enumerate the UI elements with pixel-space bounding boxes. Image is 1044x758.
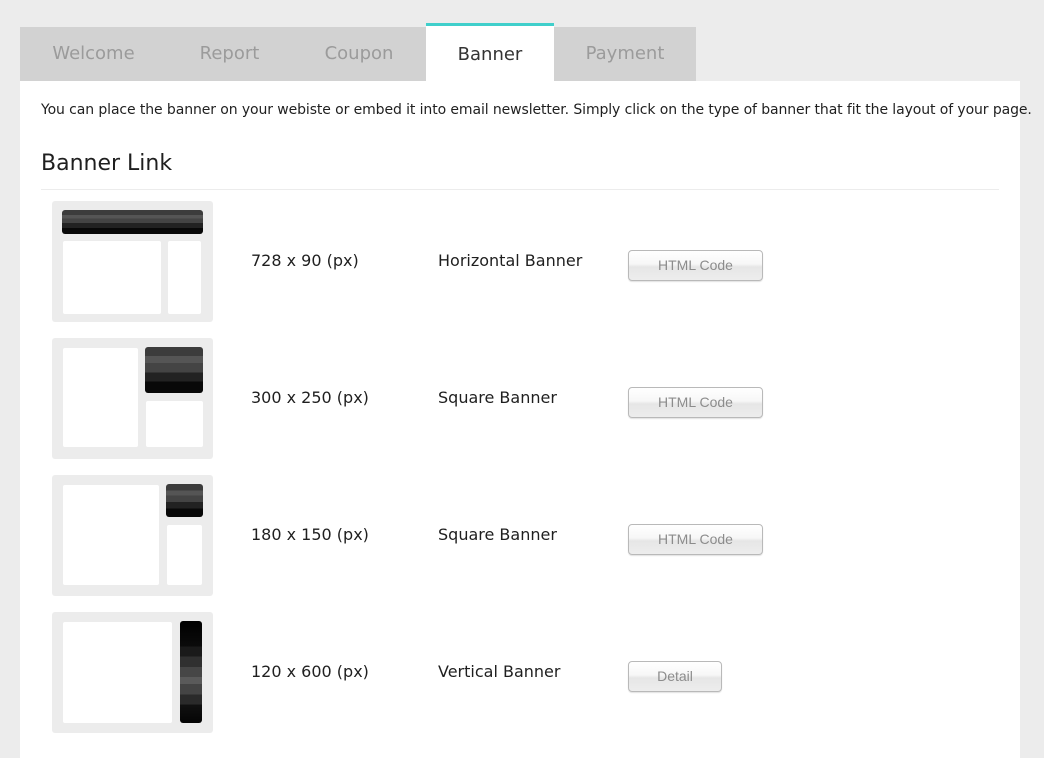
html-code-button[interactable]: HTML Code bbox=[628, 387, 763, 418]
banner-placement-block bbox=[145, 347, 203, 393]
intro-text: You can place the banner on your webiste… bbox=[41, 102, 1032, 118]
section-divider bbox=[41, 189, 999, 190]
banner-placement-block bbox=[166, 484, 203, 517]
banner-size-label: 300 x 250 (px) bbox=[251, 388, 369, 407]
content-block bbox=[63, 485, 159, 585]
tab-report[interactable]: Report bbox=[167, 27, 292, 81]
sidebar-block bbox=[146, 401, 203, 447]
banner-size-label: 180 x 150 (px) bbox=[251, 525, 369, 544]
banner-type-label: Horizontal Banner bbox=[438, 251, 583, 270]
banner-panel: You can place the banner on your webiste… bbox=[20, 81, 1032, 758]
sidebar-block bbox=[167, 525, 202, 585]
tab-welcome[interactable]: Welcome bbox=[20, 27, 167, 81]
content-block bbox=[63, 622, 172, 723]
banner-size-label: 728 x 90 (px) bbox=[251, 251, 359, 270]
html-code-button[interactable]: HTML Code bbox=[628, 250, 763, 281]
banner-row-square-small: 180 x 150 (px) Square Banner HTML Code bbox=[52, 475, 772, 596]
section-title: Banner Link bbox=[41, 151, 173, 176]
tab-bar: Welcome Report Coupon Banner Payment bbox=[20, 23, 696, 81]
banner-row-horizontal: 728 x 90 (px) Horizontal Banner HTML Cod… bbox=[52, 201, 772, 322]
square-banner-layout-icon[interactable] bbox=[52, 338, 213, 459]
banner-type-label: Vertical Banner bbox=[438, 662, 561, 681]
detail-button[interactable]: Detail bbox=[628, 661, 722, 692]
tab-coupon[interactable]: Coupon bbox=[292, 27, 426, 81]
tab-banner[interactable]: Banner bbox=[426, 23, 554, 81]
sidebar-block bbox=[168, 241, 201, 314]
tab-payment[interactable]: Payment bbox=[554, 27, 696, 81]
banner-type-label: Square Banner bbox=[438, 525, 557, 544]
horizontal-banner-layout-icon[interactable] bbox=[52, 201, 213, 322]
banner-placement-block bbox=[62, 210, 203, 234]
banner-row-square-large: 300 x 250 (px) Square Banner HTML Code bbox=[52, 338, 772, 459]
content-block bbox=[63, 241, 161, 314]
vertical-banner-layout-icon[interactable] bbox=[52, 612, 213, 733]
content-block bbox=[63, 348, 138, 447]
banner-size-label: 120 x 600 (px) bbox=[251, 662, 369, 681]
banner-type-label: Square Banner bbox=[438, 388, 557, 407]
banner-row-vertical: 120 x 600 (px) Vertical Banner Detail bbox=[52, 612, 772, 733]
banner-placement-block bbox=[180, 621, 202, 723]
html-code-button[interactable]: HTML Code bbox=[628, 524, 763, 555]
small-square-banner-layout-icon[interactable] bbox=[52, 475, 213, 596]
